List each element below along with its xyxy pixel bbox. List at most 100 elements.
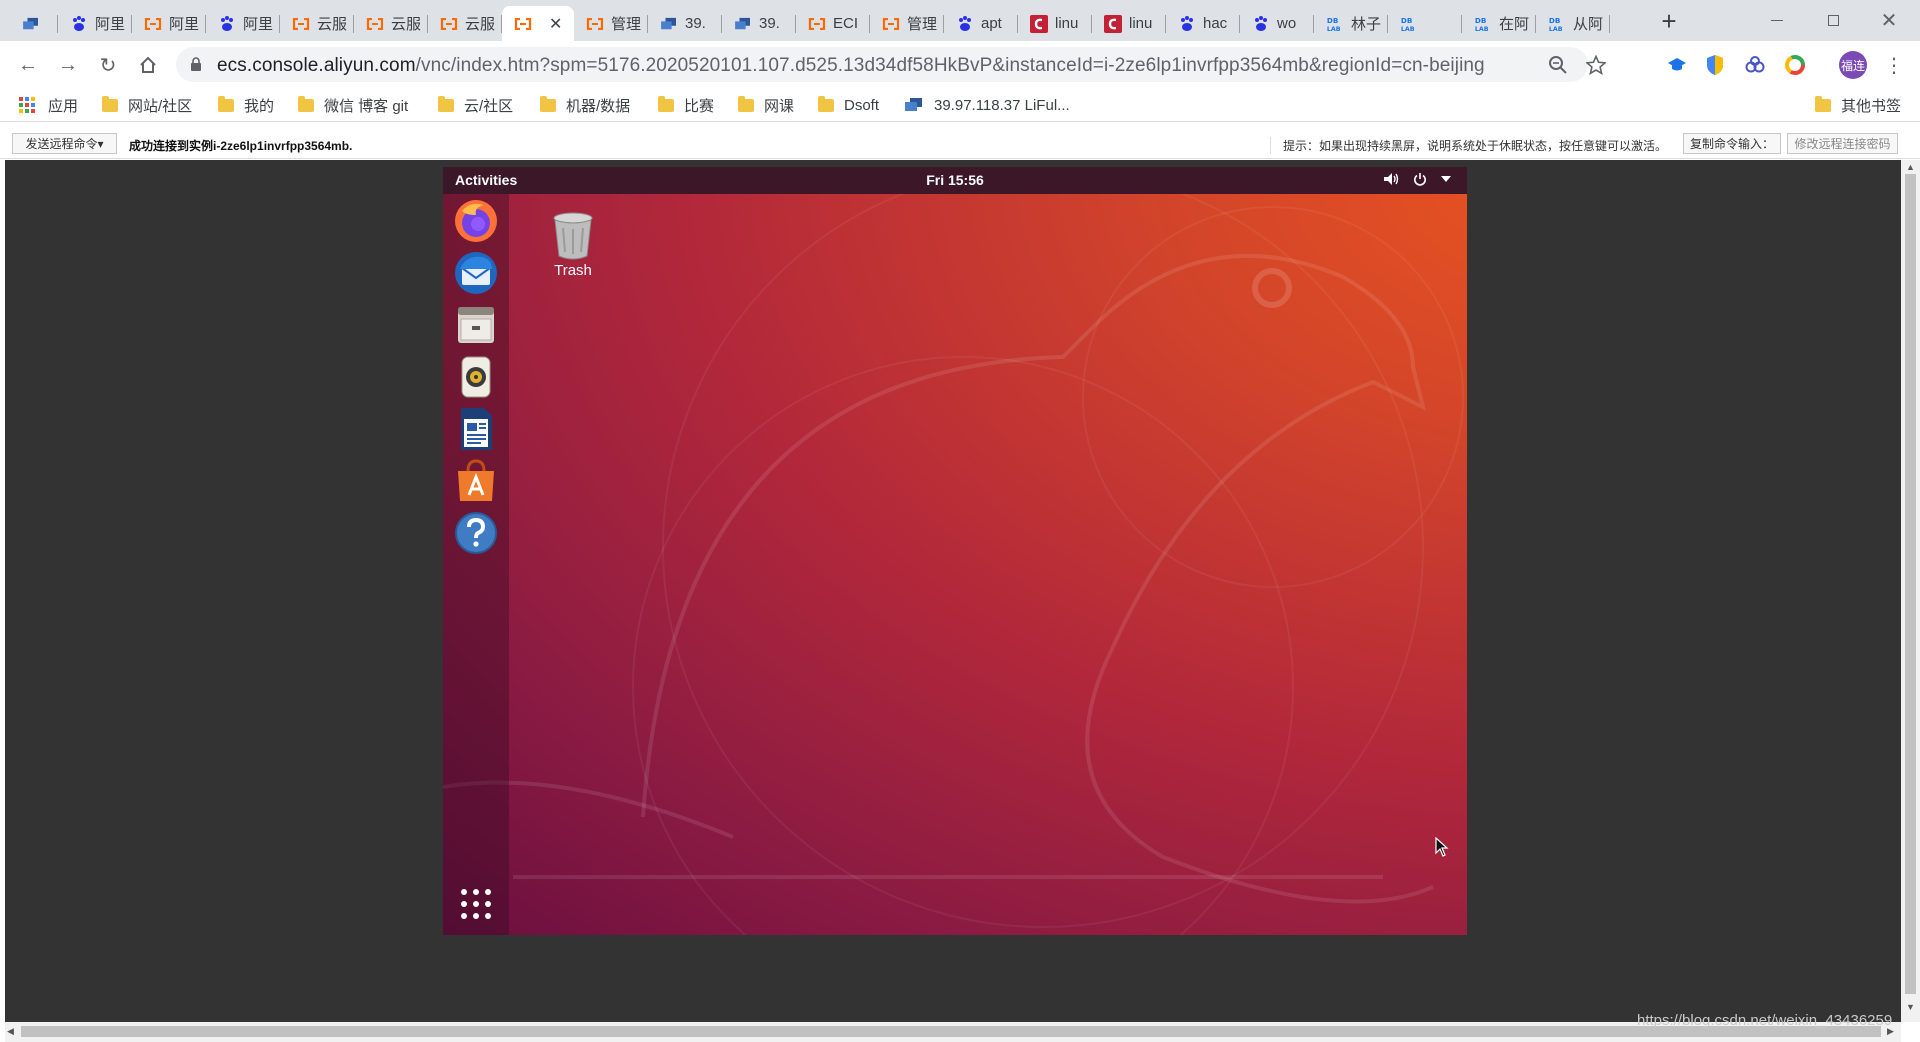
- browser-tab[interactable]: 阿里: [58, 6, 132, 41]
- tab-label: 云服: [391, 13, 421, 34]
- tab-label: 林子: [1351, 13, 1381, 34]
- svg-text:DB: DB: [1475, 16, 1486, 25]
- address-bar[interactable]: ecs.console.aliyun.com/vnc/index.htm?spm…: [176, 47, 1588, 82]
- browser-tab[interactable]: DBLAB林子: [1314, 6, 1388, 41]
- browser-tab[interactable]: 39.: [722, 6, 796, 41]
- ubuntu-software-icon[interactable]: [452, 457, 500, 505]
- browser-tab[interactable]: 39.: [648, 6, 722, 41]
- change-password-button[interactable]: 修改远程连接密码: [1787, 133, 1898, 154]
- bookmark-remote[interactable]: 39.97.118.37 LiFul...: [904, 94, 1070, 116]
- browser-tab[interactable]: 管理: [870, 6, 944, 41]
- menu-button[interactable]: ⋮: [1878, 49, 1910, 81]
- copy-command-input-button[interactable]: 复制命令输入：: [1683, 133, 1781, 154]
- browser-tab[interactable]: wo: [1240, 6, 1314, 41]
- trash-desktop-item[interactable]: Trash: [533, 210, 613, 279]
- bookmark-folder[interactable]: 微信 博客 git: [298, 94, 408, 116]
- browser-tab[interactable]: ECI: [796, 6, 870, 41]
- firefox-icon[interactable]: [452, 197, 500, 245]
- bookmark-other[interactable]: 其他书签: [1815, 94, 1901, 116]
- scroll-thumb[interactable]: [21, 1026, 1881, 1037]
- vertical-scrollbar[interactable]: ▲ ▼: [1901, 160, 1920, 1022]
- folder-icon: [540, 99, 556, 112]
- apps-grid-icon: [18, 96, 36, 114]
- restore-button[interactable]: [1810, 0, 1856, 41]
- help-icon[interactable]: [452, 509, 500, 557]
- bookmark-label: 云/社区: [464, 95, 513, 116]
- bookmark-label: 网课: [764, 95, 794, 116]
- bookmark-apps[interactable]: 应用: [18, 94, 78, 116]
- baidu-paw-icon: [70, 15, 88, 33]
- horizontal-scrollbar[interactable]: ◀ ▶: [5, 1022, 1901, 1042]
- reload-button[interactable]: ↻: [92, 49, 124, 81]
- browser-tab[interactable]: linu: [1092, 6, 1166, 41]
- svg-text:LAB: LAB: [1327, 26, 1341, 33]
- close-tab-icon[interactable]: ✕: [549, 14, 562, 34]
- scroll-down-icon[interactable]: ▼: [1906, 1002, 1915, 1012]
- bookmark-star-icon[interactable]: [1584, 53, 1608, 77]
- browser-tab[interactable]: hac: [1166, 6, 1240, 41]
- db-lab-icon: DBLAB: [1400, 15, 1418, 33]
- aliyun-icon: [440, 15, 458, 33]
- browser-tab[interactable]: DBLAB: [1388, 6, 1462, 41]
- back-button[interactable]: ←: [12, 49, 44, 81]
- bookmark-label: 39.97.118.37 LiFul...: [934, 97, 1070, 114]
- browser-tab[interactable]: 阿里: [132, 6, 206, 41]
- tab-label: wo: [1277, 15, 1296, 32]
- rhythmbox-icon[interactable]: [452, 353, 500, 401]
- browser-tab[interactable]: 云服: [280, 6, 354, 41]
- zoom-icon[interactable]: [1546, 53, 1570, 77]
- bookmark-folder[interactable]: Dsoft: [818, 94, 879, 116]
- thunderbird-icon[interactable]: [452, 249, 500, 297]
- libreoffice-writer-icon[interactable]: [452, 405, 500, 453]
- send-remote-command-button[interactable]: 发送远程命令▾: [12, 133, 117, 154]
- tab-label: ECI: [833, 15, 858, 32]
- bookmark-folder[interactable]: 我的: [218, 94, 274, 116]
- ubuntu-desktop[interactable]: Activities Fri 15:56: [443, 167, 1467, 935]
- bookmark-folder[interactable]: 云/社区: [438, 94, 513, 116]
- svg-text:DB: DB: [1549, 16, 1560, 25]
- baidu-paw-icon: [956, 15, 974, 33]
- browser-tab[interactable]: [10, 6, 58, 41]
- minimize-button[interactable]: [1754, 0, 1800, 41]
- scroll-left-icon[interactable]: ◀: [7, 1026, 14, 1037]
- bookmark-folder[interactable]: 机器/数据: [540, 94, 630, 116]
- bookmark-folder[interactable]: 网课: [738, 94, 794, 116]
- bookmark-label: 微信 博客 git: [324, 95, 408, 116]
- hint-text: 提示：如果出现持续黑屏，说明系统处于休眠状态，按任意键可以激活。: [1270, 137, 1667, 154]
- show-applications-icon[interactable]: [459, 887, 493, 921]
- extension-shield-icon[interactable]: [1703, 53, 1727, 77]
- folder-icon: [438, 99, 454, 112]
- browser-tab[interactable]: apt: [944, 6, 1018, 41]
- scroll-thumb[interactable]: [1905, 174, 1916, 994]
- bookmark-label: 比赛: [684, 95, 714, 116]
- baidu-paw-icon: [1252, 15, 1270, 33]
- browser-tab-active[interactable]: ✕: [502, 6, 574, 41]
- system-tray[interactable]: [1383, 172, 1451, 186]
- browser-tab[interactable]: DBLAB从阿: [1536, 6, 1610, 41]
- files-icon[interactable]: [452, 301, 500, 349]
- trash-icon: [551, 210, 595, 260]
- close-window-button[interactable]: ✕: [1866, 0, 1912, 41]
- extension-cluster-icon[interactable]: [1743, 53, 1767, 77]
- browser-tab[interactable]: 管理: [574, 6, 648, 41]
- forward-button[interactable]: →: [52, 49, 84, 81]
- browser-tab[interactable]: 云服: [354, 6, 428, 41]
- browser-tab[interactable]: 阿里: [206, 6, 280, 41]
- scroll-up-icon[interactable]: ▲: [1906, 162, 1915, 172]
- bookmark-folder[interactable]: 比赛: [658, 94, 714, 116]
- wallpaper-bionic-beaver: [443, 167, 1467, 935]
- tab-label: linu: [1129, 15, 1152, 32]
- new-tab-button[interactable]: +: [1655, 8, 1683, 36]
- browser-tab[interactable]: linu: [1018, 6, 1092, 41]
- browser-tab[interactable]: 云服: [428, 6, 502, 41]
- svg-text:DB: DB: [1401, 16, 1412, 25]
- clock[interactable]: Fri 15:56: [443, 172, 1467, 188]
- home-button[interactable]: [132, 49, 164, 81]
- profile-avatar[interactable]: 福连: [1839, 51, 1867, 79]
- tab-label: hac: [1203, 15, 1227, 32]
- folder-icon: [818, 99, 834, 112]
- extension-graduate-icon[interactable]: [1665, 53, 1689, 77]
- browser-tab[interactable]: DBLAB在阿: [1462, 6, 1536, 41]
- extension-chrome-ring-icon[interactable]: [1783, 53, 1807, 77]
- bookmark-folder[interactable]: 网站/社区: [102, 94, 192, 116]
